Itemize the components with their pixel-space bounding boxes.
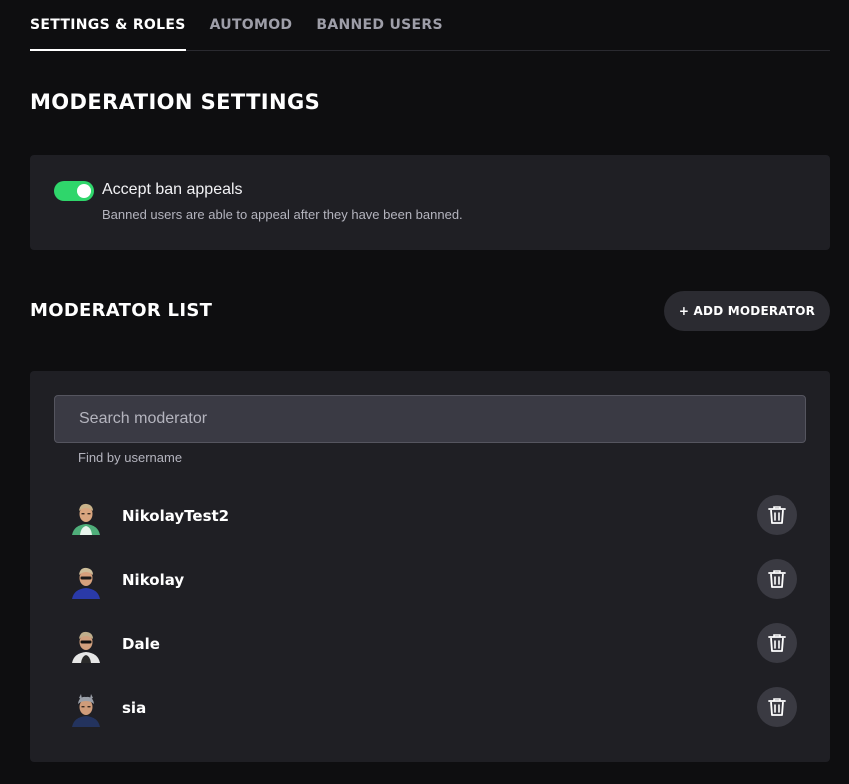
delete-moderator-button[interactable] (757, 495, 797, 535)
trash-icon (768, 698, 786, 716)
ban-appeals-card: Accept ban appeals Banned users are able… (30, 155, 830, 250)
avatar-nikolay-icon (72, 567, 100, 599)
avatar-nikolaytest2-icon (72, 503, 100, 535)
toggle-knob (77, 184, 91, 198)
moderator-row: NikolayTest2 (54, 495, 806, 539)
trash-icon (768, 506, 786, 524)
moderator-row: Nikolay (54, 559, 806, 603)
moderator-list-card: Find by username NikolayTest2 (30, 371, 830, 762)
delete-moderator-button[interactable] (757, 559, 797, 599)
trash-icon (768, 570, 786, 588)
moderator-name: sia (122, 699, 147, 717)
avatar-sia-icon (72, 694, 100, 727)
moderator-name: Dale (122, 635, 160, 653)
moderator-name: Nikolay (122, 571, 185, 589)
page: SETTINGS & ROLES AUTOMOD BANNED USERS MO… (0, 0, 849, 784)
moderator-list-title: MODERATOR LIST (30, 300, 213, 321)
search-hint: Find by username (78, 450, 183, 465)
tab-automod[interactable]: AUTOMOD (210, 0, 293, 51)
tab-settings-roles[interactable]: SETTINGS & ROLES (30, 0, 186, 51)
delete-moderator-button[interactable] (757, 687, 797, 727)
avatar-dale-icon (72, 631, 100, 663)
moderator-name: NikolayTest2 (122, 507, 230, 525)
trash-icon (768, 634, 786, 652)
search-moderator-input[interactable] (54, 395, 806, 443)
moderation-settings-title: MODERATION SETTINGS (30, 90, 321, 114)
delete-moderator-button[interactable] (757, 623, 797, 663)
moderator-row: sia (54, 687, 806, 731)
add-moderator-button[interactable]: + ADD MODERATOR (664, 291, 830, 331)
tab-banned-users[interactable]: BANNED USERS (316, 0, 442, 51)
accept-ban-appeals-label: Accept ban appeals (102, 181, 243, 198)
tab-bar: SETTINGS & ROLES AUTOMOD BANNED USERS (30, 0, 830, 51)
accept-ban-appeals-description: Banned users are able to appeal after th… (102, 207, 463, 222)
moderator-row: Dale (54, 623, 806, 667)
accept-ban-appeals-toggle[interactable] (54, 181, 94, 201)
